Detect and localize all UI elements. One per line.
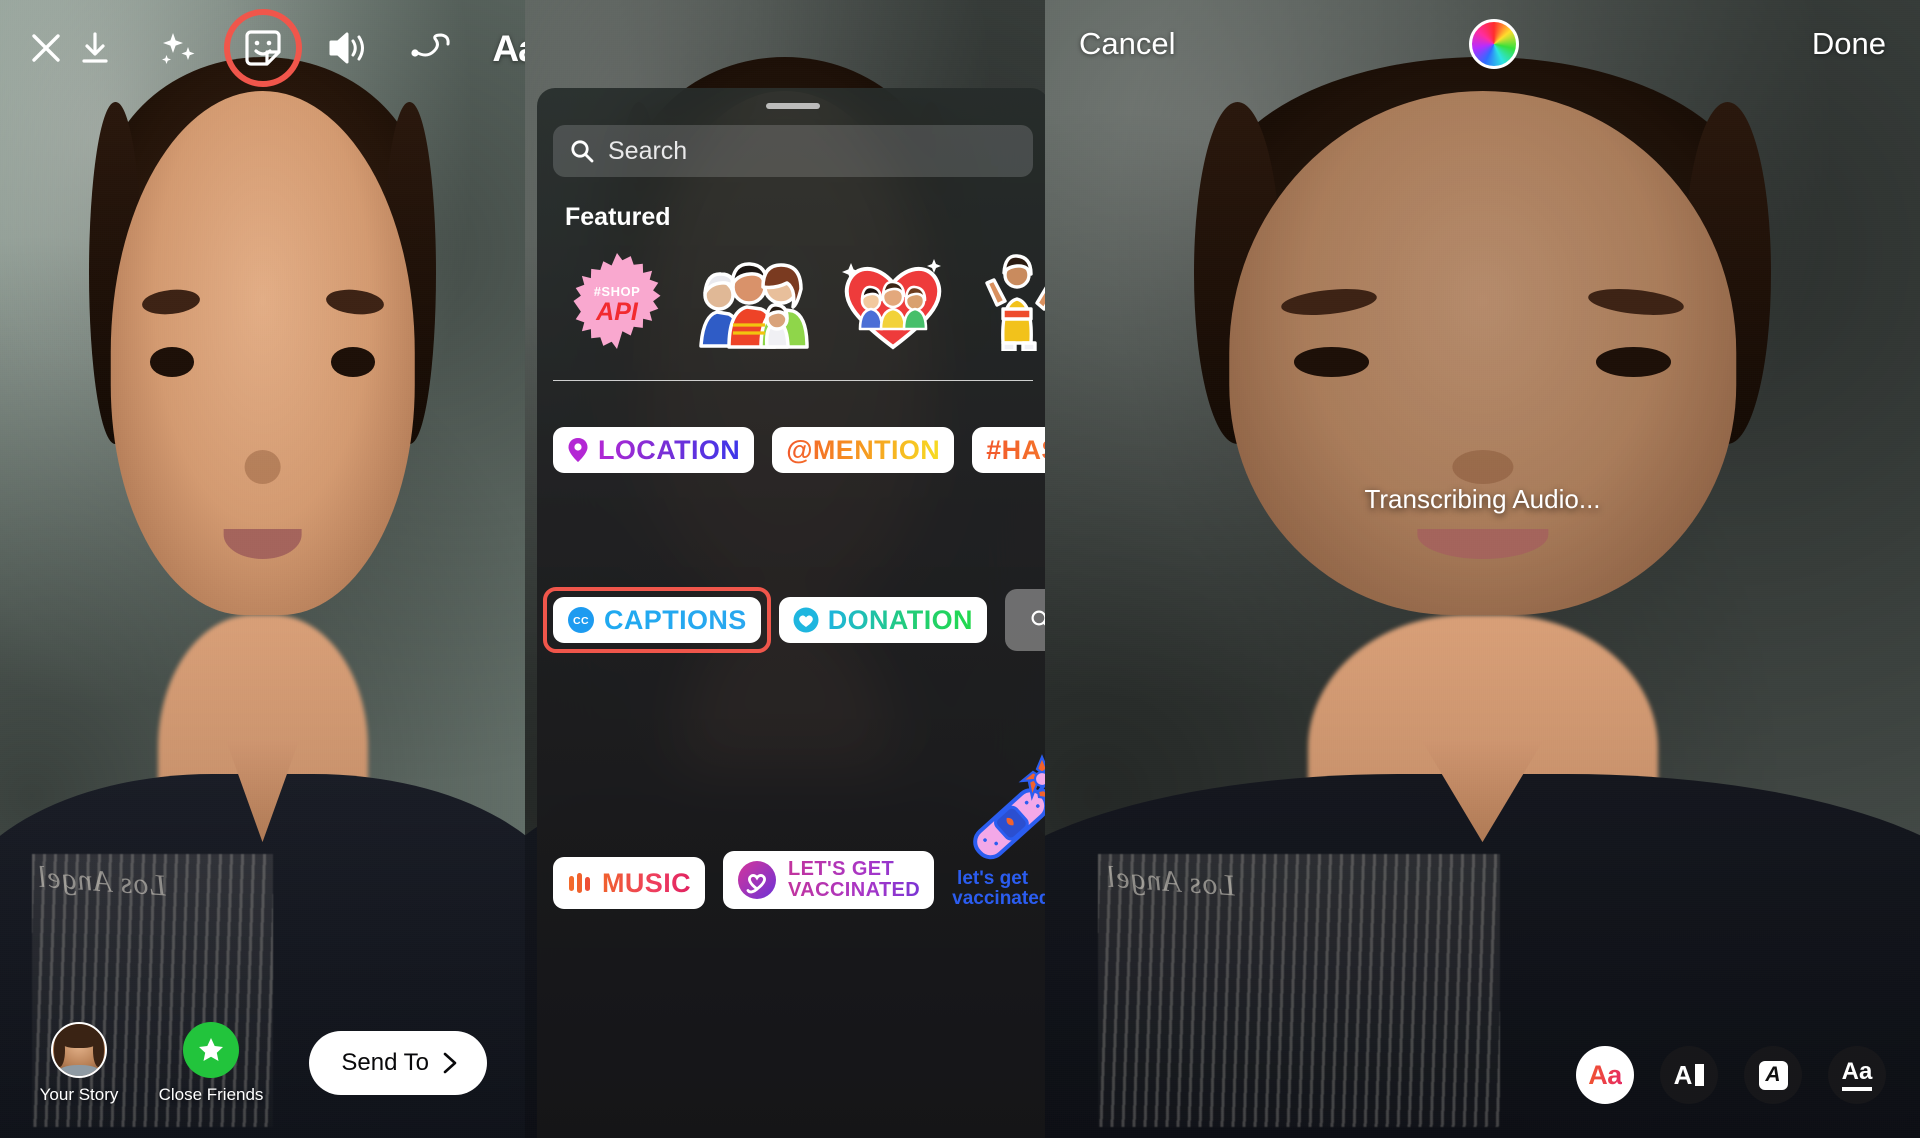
story-photo-caption-view: Los Angel (1045, 0, 1920, 1138)
text-aa-label: Aa (492, 27, 525, 69)
heart-swirl-icon (738, 861, 776, 899)
color-picker-icon[interactable] (1468, 19, 1519, 69)
location-sticker[interactable]: LOCATION (553, 427, 755, 473)
cc-icon: CC (568, 607, 594, 633)
three-panel-screenshot: Los Angel A Your Story Close Friends Sen… (0, 0, 1920, 1138)
transcribing-status: Transcribing Audio... (1364, 484, 1601, 514)
music-bars-icon (569, 873, 590, 893)
font-style-classic-glyph: Aa (1588, 1059, 1622, 1090)
search-input[interactable]: Search (553, 125, 1033, 177)
font-style-neon-glyph: A (1674, 1060, 1705, 1091)
hashtag-sticker-label: #HASHTAG (986, 435, 1045, 466)
story-photo-selfie: Los Angel (0, 0, 525, 1138)
caption-editor-top-bar: Cancel Done (1045, 0, 1920, 88)
sticker-tray-sheet: Search Featured #SHOP API LOCATION @MENT… (537, 88, 1045, 1138)
sticker-row-b: CC CAPTIONS DONATION GI (537, 587, 1045, 653)
font-style-strong[interactable]: A (1744, 1046, 1802, 1104)
family-group-sticker[interactable] (693, 251, 809, 351)
vax-caption-line2: vaccinated (952, 888, 1045, 910)
editor-top-toolbar: Aa (0, 0, 525, 96)
panel-caption-editor: Los Angel Cancel Done Transcribing Audio… (1045, 0, 1920, 1138)
section-divider (553, 380, 1033, 381)
donation-sticker[interactable]: DONATION (778, 597, 987, 643)
green-star-icon (183, 1021, 239, 1078)
mention-sticker[interactable]: @MENTION (772, 427, 955, 473)
vaccinated-bandaid-sticker[interactable]: let's get vaccinated (952, 754, 1045, 909)
search-placeholder: Search (608, 136, 688, 165)
captions-sticker[interactable]: CC CAPTIONS (543, 587, 771, 653)
vax-label-line1: LET'S GET (788, 858, 895, 880)
done-button[interactable]: Done (1812, 26, 1886, 62)
search-icon (571, 140, 594, 163)
lets-get-vaccinated-sticker[interactable]: LET'S GET VACCINATED (723, 851, 935, 909)
heart-icon (793, 607, 819, 633)
location-sticker-label: LOCATION (598, 434, 741, 465)
font-style-selector: Aa A A Aa (1576, 1046, 1886, 1104)
music-sticker[interactable]: MUSIC (553, 857, 705, 909)
cancel-button[interactable]: Cancel (1079, 26, 1176, 62)
gif-search-button[interactable]: GI (1004, 589, 1045, 651)
search-icon (1031, 610, 1045, 626)
save-download-icon[interactable] (66, 19, 124, 77)
volume-icon[interactable] (318, 19, 376, 77)
panel-story-editor: Los Angel A Your Story Close Friends Sen… (0, 0, 525, 1138)
font-style-strong-glyph: A (1758, 1060, 1788, 1090)
draw-squiggle-icon[interactable] (402, 19, 460, 77)
featured-heading: Featured (565, 203, 671, 231)
captions-sticker-label: CAPTIONS (604, 604, 747, 635)
vax-sticker-label: LET'S GET VACCINATED (788, 859, 920, 901)
pin-icon (568, 438, 588, 462)
destination-list: Your Story Close Friends (24, 1021, 266, 1105)
sticker-row-a: LOCATION @MENTION #HASHTAG (537, 427, 1045, 473)
send-to-label: Send To (341, 1049, 429, 1076)
destination-close-friends[interactable]: Close Friends (156, 1021, 266, 1105)
donation-sticker-label: DONATION (827, 604, 973, 635)
font-style-typewriter[interactable]: Aa (1828, 1046, 1886, 1104)
sticker-row-c: MUSIC LET'S GET VACCINATED let's get vac… (537, 754, 1045, 909)
close-x-icon[interactable] (26, 19, 66, 77)
vaccinated-sticker-caption: let's get vaccinated (952, 868, 1045, 909)
music-sticker-label: MUSIC (602, 867, 691, 898)
chevron-right-icon (443, 1052, 457, 1074)
font-style-typewriter-glyph: Aa (1841, 1059, 1873, 1091)
dancing-people-sticker[interactable] (977, 251, 1045, 351)
send-to-button[interactable]: Send To (309, 1031, 487, 1095)
shop-api-top-text: #SHOP (594, 284, 641, 299)
font-style-neon[interactable]: A (1660, 1046, 1718, 1104)
hashtag-sticker[interactable]: #HASHTAG (972, 427, 1045, 473)
shop-api-main-text: API (595, 298, 639, 326)
destination-your-story[interactable]: Your Story (24, 1021, 134, 1105)
drag-handle[interactable] (766, 103, 820, 109)
vax-caption-line1: let's get (957, 868, 1029, 890)
vax-label-line2: VACCINATED (788, 879, 921, 901)
effects-sparkle-icon[interactable] (150, 19, 208, 77)
shop-api-badge-sticker[interactable]: #SHOP API (567, 251, 667, 351)
panel-sticker-tray: Search Featured #SHOP API LOCATION @MENT… (525, 0, 1045, 1138)
svg-text:CC: CC (573, 615, 589, 627)
destination-close-friends-label: Close Friends (158, 1084, 264, 1104)
font-style-classic[interactable]: Aa (1576, 1046, 1634, 1104)
editor-bottom-bar: Your Story Close Friends Send To (0, 988, 525, 1138)
avatar (51, 1021, 107, 1078)
featured-sticker-row[interactable]: #SHOP API (567, 246, 1045, 356)
text-aa-icon[interactable]: Aa (486, 19, 525, 77)
destination-your-story-label: Your Story (39, 1084, 119, 1104)
heart-group-sticker[interactable] (835, 251, 951, 351)
sticker-smiley-icon[interactable] (234, 19, 292, 77)
mention-sticker-label: @MENTION (786, 434, 941, 465)
